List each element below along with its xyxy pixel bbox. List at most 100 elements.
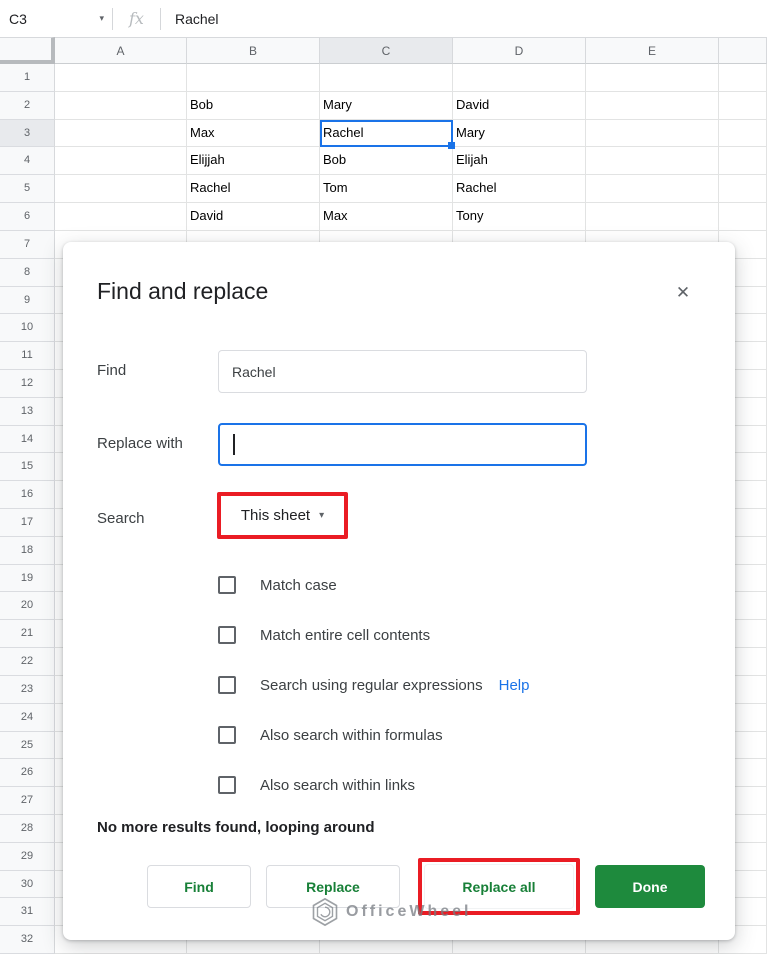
row-header-27[interactable]: 27 bbox=[0, 787, 55, 815]
checkbox-also-search-within-links[interactable] bbox=[218, 776, 236, 794]
row-header-20[interactable]: 20 bbox=[0, 592, 55, 620]
row-header-12[interactable]: 12 bbox=[0, 370, 55, 398]
replace-input[interactable] bbox=[218, 423, 587, 466]
cell-D3[interactable]: Mary bbox=[453, 120, 586, 148]
close-icon[interactable]: ✕ bbox=[670, 280, 696, 306]
column-header-C[interactable]: C bbox=[320, 37, 453, 64]
row-header-32[interactable]: 32 bbox=[0, 926, 55, 954]
cell-C2[interactable]: Mary bbox=[320, 92, 453, 120]
cell-E4[interactable] bbox=[586, 147, 719, 175]
cell-C6[interactable]: Max bbox=[320, 203, 453, 231]
cell-E6[interactable] bbox=[586, 203, 719, 231]
row-header-24[interactable]: 24 bbox=[0, 704, 55, 732]
cell-A5[interactable] bbox=[55, 175, 187, 203]
dialog-title: Find and replace bbox=[97, 278, 268, 305]
row-header-31[interactable]: 31 bbox=[0, 898, 55, 926]
cell-B3[interactable]: Max bbox=[187, 120, 320, 148]
cell-E3[interactable] bbox=[586, 120, 719, 148]
name-box[interactable]: C3 ▾ bbox=[0, 0, 112, 37]
cell-A1[interactable] bbox=[55, 64, 187, 92]
cell-F5[interactable] bbox=[719, 175, 767, 203]
select-all-corner[interactable] bbox=[0, 37, 55, 64]
cell-C1[interactable] bbox=[320, 64, 453, 92]
column-header-E[interactable]: E bbox=[586, 37, 719, 64]
row-header-28[interactable]: 28 bbox=[0, 815, 55, 843]
row-header-11[interactable]: 11 bbox=[0, 342, 55, 370]
checkbox-match-case[interactable] bbox=[218, 576, 236, 594]
cell-B5[interactable]: Rachel bbox=[187, 175, 320, 203]
row-header-18[interactable]: 18 bbox=[0, 537, 55, 565]
search-scope-dropdown[interactable]: This sheet ▾ bbox=[241, 507, 324, 524]
column-header-A[interactable]: A bbox=[55, 37, 187, 64]
cell-B2[interactable]: Bob bbox=[187, 92, 320, 120]
name-box-dropdown-icon[interactable]: ▾ bbox=[99, 13, 104, 24]
cell-B1[interactable] bbox=[187, 64, 320, 92]
row-header-5[interactable]: 5 bbox=[0, 175, 55, 203]
cell-F2[interactable] bbox=[719, 92, 767, 120]
row-header-1[interactable]: 1 bbox=[0, 64, 55, 92]
find-button[interactable]: Find bbox=[147, 865, 251, 908]
dropdown-arrow-icon: ▾ bbox=[319, 510, 324, 521]
cell-D2[interactable]: David bbox=[453, 92, 586, 120]
row-header-22[interactable]: 22 bbox=[0, 648, 55, 676]
status-message: No more results found, looping around bbox=[97, 819, 375, 836]
checkbox-search-using-regular-expressions[interactable] bbox=[218, 676, 236, 694]
row-header-21[interactable]: 21 bbox=[0, 620, 55, 648]
row-header-26[interactable]: 26 bbox=[0, 759, 55, 787]
row-header-25[interactable]: 25 bbox=[0, 732, 55, 760]
fill-handle[interactable] bbox=[448, 142, 455, 149]
row-header-6[interactable]: 6 bbox=[0, 203, 55, 231]
row-header-4[interactable]: 4 bbox=[0, 147, 55, 175]
checkbox-also-search-within-formulas[interactable] bbox=[218, 726, 236, 744]
done-button[interactable]: Done bbox=[595, 865, 705, 908]
selected-cell-outline bbox=[320, 120, 453, 148]
find-label: Find bbox=[97, 362, 126, 379]
cell-A3[interactable] bbox=[55, 120, 187, 148]
row-header-29[interactable]: 29 bbox=[0, 843, 55, 871]
cell-C4[interactable]: Bob bbox=[320, 147, 453, 175]
cell-E1[interactable] bbox=[586, 64, 719, 92]
row-header-17[interactable]: 17 bbox=[0, 509, 55, 537]
cell-E5[interactable] bbox=[586, 175, 719, 203]
cell-F1[interactable] bbox=[719, 64, 767, 92]
find-input[interactable]: Rachel bbox=[218, 350, 587, 393]
row-header-3[interactable]: 3 bbox=[0, 120, 55, 148]
row-header-16[interactable]: 16 bbox=[0, 481, 55, 509]
row-header-9[interactable]: 9 bbox=[0, 287, 55, 315]
checkbox-row: Also search within formulas bbox=[218, 722, 443, 748]
column-header-B[interactable]: B bbox=[187, 37, 320, 64]
cell-F6[interactable] bbox=[719, 203, 767, 231]
cell-B6[interactable]: David bbox=[187, 203, 320, 231]
column-header[interactable] bbox=[719, 37, 767, 64]
row-header-19[interactable]: 19 bbox=[0, 565, 55, 593]
cell-D6[interactable]: Tony bbox=[453, 203, 586, 231]
cell-D1[interactable] bbox=[453, 64, 586, 92]
row-header-7[interactable]: 7 bbox=[0, 231, 55, 259]
row-header-15[interactable]: 15 bbox=[0, 453, 55, 481]
cell-E2[interactable] bbox=[586, 92, 719, 120]
cell-C5[interactable]: Tom bbox=[320, 175, 453, 203]
row-header-2[interactable]: 2 bbox=[0, 92, 55, 120]
column-header-D[interactable]: D bbox=[453, 37, 586, 64]
row-header-8[interactable]: 8 bbox=[0, 259, 55, 287]
checkbox-row: Match case bbox=[218, 572, 337, 598]
cell-A2[interactable] bbox=[55, 92, 187, 120]
row-header-13[interactable]: 13 bbox=[0, 398, 55, 426]
row-header-10[interactable]: 10 bbox=[0, 314, 55, 342]
sheet-row-2: 2 BobMaryDavid bbox=[0, 92, 767, 120]
help-link[interactable]: Help bbox=[499, 677, 530, 694]
formula-toolbar: C3 ▾ fx Rachel bbox=[0, 0, 767, 37]
cell-F3[interactable] bbox=[719, 120, 767, 148]
row-header-14[interactable]: 14 bbox=[0, 426, 55, 454]
checkbox-match-entire-cell-contents[interactable] bbox=[218, 626, 236, 644]
row-header-30[interactable]: 30 bbox=[0, 871, 55, 899]
cell-A4[interactable] bbox=[55, 147, 187, 175]
cell-F4[interactable] bbox=[719, 147, 767, 175]
formula-bar-value[interactable]: Rachel bbox=[161, 11, 219, 27]
cell-D5[interactable]: Rachel bbox=[453, 175, 586, 203]
cell-D4[interactable]: Elijah bbox=[453, 147, 586, 175]
cell-B4[interactable]: Elijjah bbox=[187, 147, 320, 175]
find-input-value: Rachel bbox=[232, 364, 276, 380]
cell-A6[interactable] bbox=[55, 203, 187, 231]
row-header-23[interactable]: 23 bbox=[0, 676, 55, 704]
